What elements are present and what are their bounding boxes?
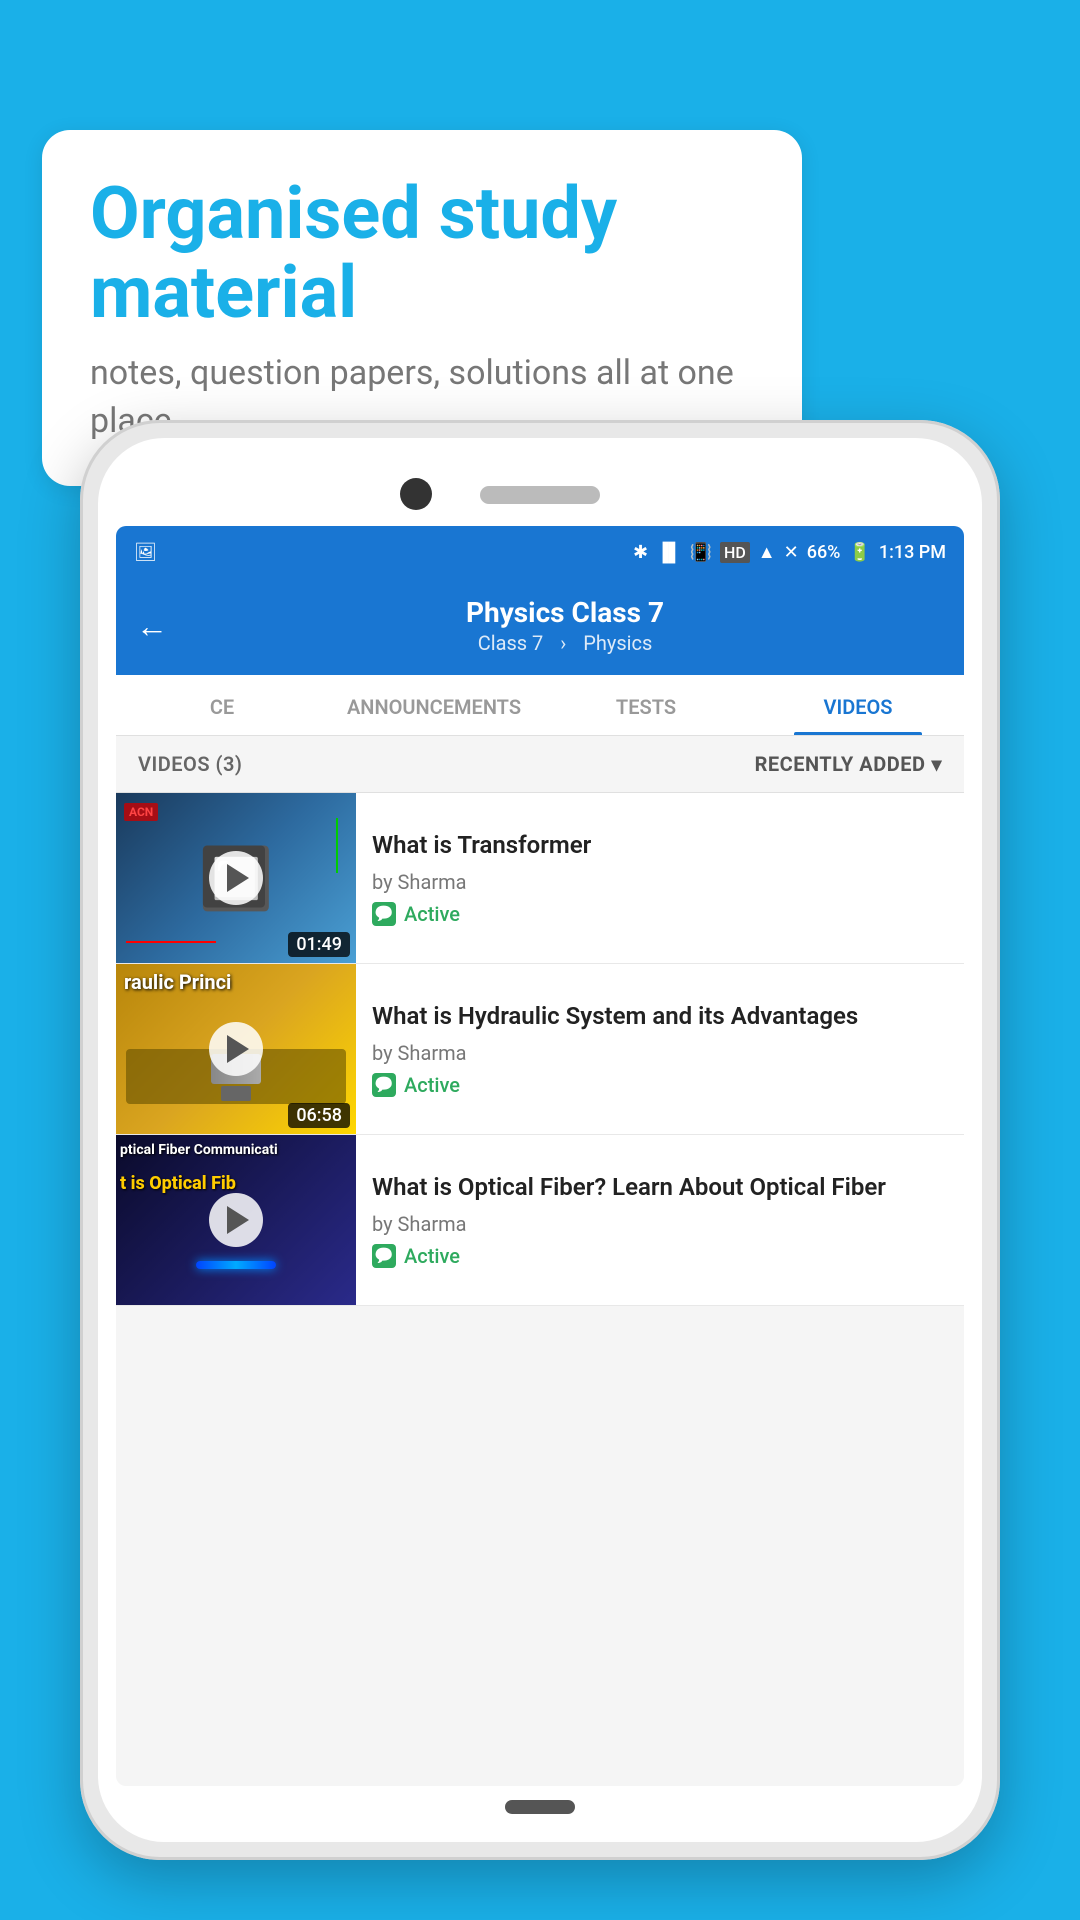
- list-header: VIDEOS (3) RECENTLY ADDED ▾: [116, 736, 964, 793]
- pipe-2: [221, 1086, 251, 1101]
- thumb-overlay-text-3b: t is Optical Fib: [120, 1173, 352, 1194]
- time-display: 1:13 PM: [879, 542, 946, 563]
- video-info-2: What is Hydraulic System and its Advanta…: [356, 964, 964, 1134]
- status-bar: 🖼 ✱ ▐▌ 📳 HD ▲ ✕ 66% 🔋 1:13 PM: [116, 526, 964, 578]
- status-right: ✱ ▐▌ 📳 HD ▲ ✕ 66% 🔋 1:13 PM: [633, 542, 946, 563]
- app-bar-title-group: Physics Class 7 Class 7 › Physics: [186, 596, 944, 655]
- battery-icon: 🔋: [848, 542, 870, 563]
- bluetooth-icon: ✱: [633, 542, 648, 563]
- subtitle-sep: ›: [560, 631, 571, 655]
- back-button[interactable]: ←: [136, 607, 168, 645]
- green-wire: [336, 818, 338, 873]
- mobile-data-icon: ✕: [784, 542, 799, 563]
- tab-bar: CE ANNOUNCEMENTS TESTS VIDEOS: [116, 675, 964, 736]
- video-title-2: What is Hydraulic System and its Advanta…: [372, 1001, 948, 1032]
- red-wire: [126, 941, 216, 943]
- app-bar-title: Physics Class 7: [466, 596, 664, 629]
- status-text-3: Active: [404, 1244, 460, 1268]
- tab-videos[interactable]: VIDEOS: [752, 675, 964, 735]
- chat-icon-3: [372, 1244, 396, 1268]
- hd-badge: HD: [720, 542, 750, 563]
- video-thumbnail-2: raulic Princi 06:58: [116, 964, 356, 1134]
- phone-inner: 🖼 ✱ ▐▌ 📳 HD ▲ ✕ 66% 🔋 1:13 PM ←: [98, 438, 982, 1842]
- video-thumbnail-3: ptical Fiber Communicati t is Optical Fi…: [116, 1135, 356, 1305]
- phone-home: [505, 1800, 575, 1814]
- video-thumbnail-1: ACN 🔲 01:49: [116, 793, 356, 963]
- tab-announcements[interactable]: ANNOUNCEMENTS: [328, 675, 540, 735]
- chat-icon-1: [372, 902, 396, 926]
- duration-badge-2: 06:58: [288, 1103, 350, 1128]
- video-author-3: by Sharma: [372, 1212, 948, 1236]
- play-button-3[interactable]: [209, 1193, 263, 1247]
- thumb-bg-2: raulic Princi 06:58: [116, 964, 356, 1134]
- phone-frame: 🖼 ✱ ▐▌ 📳 HD ▲ ✕ 66% 🔋 1:13 PM ←: [80, 420, 1000, 1860]
- status-text-2: Active: [404, 1073, 460, 1097]
- thumb-overlay-text-2: raulic Princi: [120, 970, 352, 994]
- speech-bubble-heading: Organised study material: [90, 174, 754, 332]
- screen: 🖼 ✱ ▐▌ 📳 HD ▲ ✕ 66% 🔋 1:13 PM ←: [116, 526, 964, 1786]
- status-text-1: Active: [404, 902, 460, 926]
- video-list: ACN 🔲 01:49 What is Transformer by: [116, 793, 964, 1306]
- play-button-1[interactable]: [209, 851, 263, 905]
- phone-camera: [400, 478, 432, 510]
- fiber-line: [196, 1261, 276, 1269]
- video-author-1: by Sharma: [372, 870, 948, 894]
- tab-ce[interactable]: CE: [116, 675, 328, 735]
- photo-icon: 🖼: [134, 542, 157, 563]
- video-title-1: What is Transformer: [372, 830, 948, 861]
- video-status-2: Active: [372, 1073, 948, 1097]
- play-triangle-2: [227, 1035, 249, 1063]
- tab-tests[interactable]: TESTS: [540, 675, 752, 735]
- acn-badge: ACN: [124, 803, 158, 821]
- subtitle-subject: Physics: [583, 631, 652, 655]
- battery-text: 66%: [807, 542, 841, 563]
- play-triangle-1: [227, 864, 249, 892]
- play-triangle-3: [227, 1206, 249, 1234]
- video-status-3: Active: [372, 1244, 948, 1268]
- duration-badge-1: 01:49: [288, 932, 350, 957]
- thumb-overlay-text-3: ptical Fiber Communicati: [120, 1141, 352, 1159]
- thumb-bg-3: ptical Fiber Communicati t is Optical Fi…: [116, 1135, 356, 1305]
- app-bar: ← Physics Class 7 Class 7 › Physics: [116, 578, 964, 675]
- chat-icon-2: [372, 1073, 396, 1097]
- video-author-2: by Sharma: [372, 1041, 948, 1065]
- signal-icon: ▐▌: [656, 542, 682, 563]
- vibrate-icon: 📳: [690, 542, 712, 563]
- video-title-3: What is Optical Fiber? Learn About Optic…: [372, 1172, 948, 1203]
- subtitle-class: Class 7: [478, 631, 544, 655]
- wifi-icon: ▲: [758, 542, 776, 563]
- sort-button[interactable]: RECENTLY ADDED ▾: [755, 752, 942, 776]
- video-item-3[interactable]: ptical Fiber Communicati t is Optical Fi…: [116, 1135, 964, 1306]
- video-count-label: VIDEOS (3): [138, 752, 242, 776]
- status-left: 🖼: [134, 542, 157, 563]
- phone-speaker: [480, 486, 600, 504]
- video-info-1: What is Transformer by Sharma Active: [356, 793, 964, 963]
- play-button-2[interactable]: [209, 1022, 263, 1076]
- app-bar-subtitle: Class 7 › Physics: [472, 631, 659, 655]
- fiber-visual: [126, 1245, 346, 1285]
- thumb-bg-1: ACN 🔲 01:49: [116, 793, 356, 963]
- video-info-3: What is Optical Fiber? Learn About Optic…: [356, 1135, 964, 1305]
- sort-chevron-icon: ▾: [931, 752, 942, 776]
- video-item-2[interactable]: raulic Princi 06:58 What is: [116, 964, 964, 1135]
- video-item[interactable]: ACN 🔲 01:49 What is Transformer by: [116, 793, 964, 964]
- sort-label: RECENTLY ADDED: [755, 752, 926, 776]
- video-status-1: Active: [372, 902, 948, 926]
